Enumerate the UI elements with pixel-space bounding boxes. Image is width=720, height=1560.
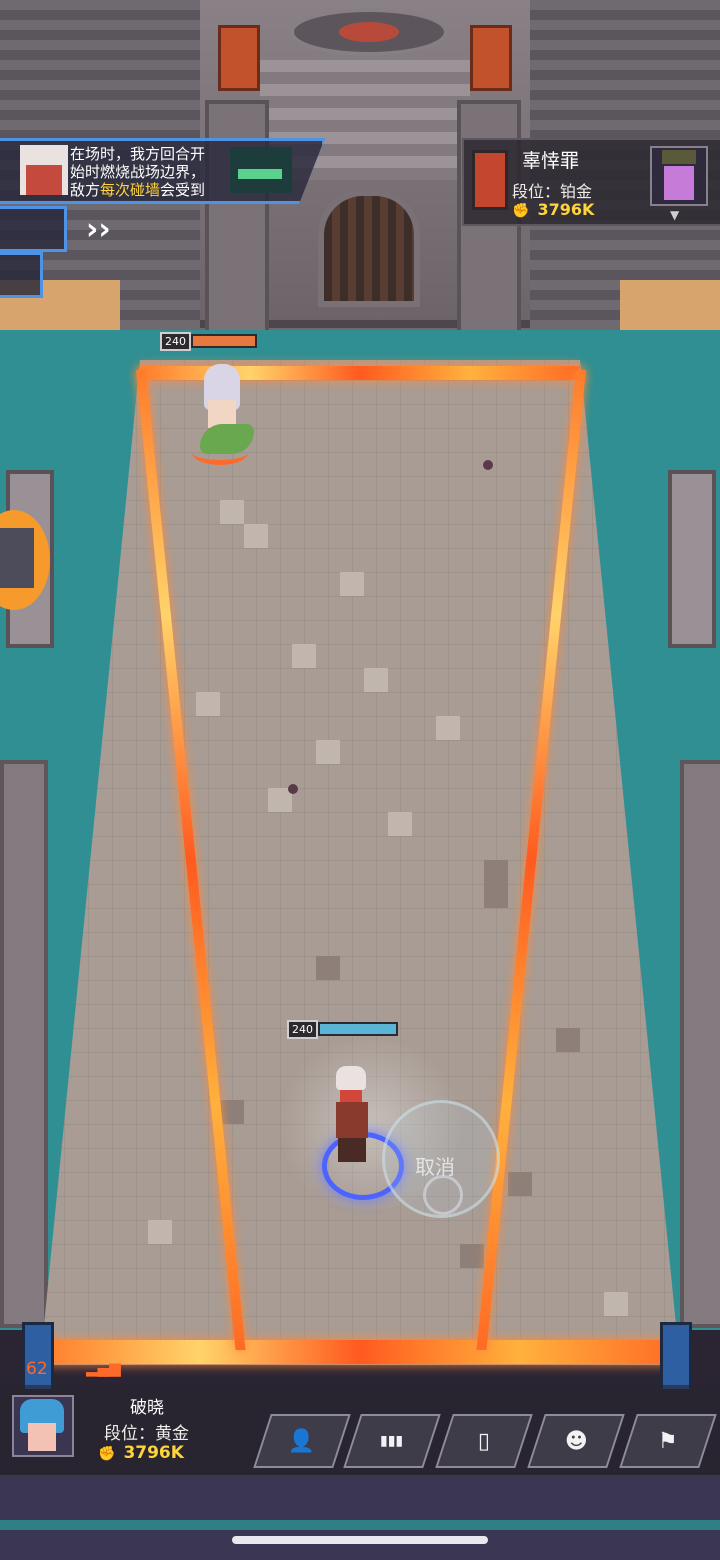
bar-chart-icon: ▮▮▮ — [380, 1433, 404, 1449]
banner-right — [470, 25, 512, 91]
fingerprint-icon — [423, 1175, 463, 1215]
tower-left — [205, 100, 269, 338]
player-rank: 段位：黄金 — [104, 1424, 189, 1444]
player-name: 破晓 — [130, 1398, 164, 1418]
wall-right — [680, 760, 720, 1328]
enemy-hp-value: 240 — [160, 331, 191, 351]
info-line-1: 在场时，我方回合开 — [70, 145, 206, 163]
side-card-2[interactable] — [0, 252, 43, 298]
orb — [288, 784, 298, 794]
user-list-icon: 👤 — [288, 1428, 316, 1454]
chevron-right-icon[interactable]: ›› — [86, 212, 111, 247]
opponent-power: ✊ 3796K — [512, 200, 595, 219]
signal-icon: ▂▄▆ — [86, 1359, 121, 1377]
opponent-avatar — [650, 146, 708, 206]
rank-badge-icon — [472, 150, 508, 210]
banner-left — [218, 25, 260, 91]
chevron-down-icon[interactable]: ▼ — [670, 208, 679, 222]
skill-info-panel[interactable]: 在场时，我方回合开 始时燃烧战场边界， 敌方每次碰墙会受到 — [0, 138, 325, 204]
battle-scene: 240 240 取消 在场时，我方回合开 始时燃烧战场边界， 敌方每次碰墙会受到… — [0, 0, 720, 1560]
ping-value: 62 — [26, 1359, 48, 1379]
smile-icon: ☻ — [564, 1428, 588, 1454]
opponent-name: 辜悻罪 — [522, 150, 580, 172]
flag-icon: ⚑ — [658, 1428, 678, 1454]
player-hp-fill — [318, 1022, 398, 1036]
player-power: ✊ 3796K — [98, 1443, 184, 1463]
bottle-icon: ▯ — [477, 1428, 491, 1454]
enemy-hp-bar: 240 — [160, 331, 257, 351]
castle-ring — [290, 8, 448, 56]
opponent-card[interactable]: 辜悻罪 段位：铂金 ✊ 3796K ▼ — [462, 138, 720, 226]
wall-left — [0, 760, 48, 1328]
arena-floor — [40, 360, 680, 1365]
player-hp-value: 240 — [287, 1019, 318, 1039]
hero-avatar — [20, 145, 68, 195]
pillar-right — [668, 470, 716, 648]
bottom-bar — [0, 1475, 720, 1560]
enemy-naga[interactable] — [190, 360, 260, 465]
corner-post-right — [660, 1322, 692, 1392]
fist-icon: ✊ — [98, 1446, 116, 1462]
opponent-rank: 段位：铂金 — [512, 182, 593, 201]
info-line-3: 敌方每次碰墙会受到 — [70, 181, 206, 199]
home-indicator[interactable] — [232, 1536, 488, 1544]
fire-border-bottom — [40, 1340, 680, 1364]
corner-post-left — [22, 1322, 54, 1392]
cancel-skill-button[interactable]: 取消 — [382, 1100, 500, 1218]
info-line-2: 始时燃烧战场边界， — [70, 163, 206, 181]
side-card-1[interactable] — [0, 206, 67, 252]
player-hp-bar: 240 — [287, 1019, 398, 1039]
player-avatar[interactable] — [12, 1395, 74, 1457]
fist-icon: ✊ — [512, 203, 530, 219]
enemy-hp-fill — [191, 334, 257, 348]
orb — [483, 460, 493, 470]
skill-thumbnail — [230, 147, 292, 193]
castle-gate — [318, 190, 420, 307]
